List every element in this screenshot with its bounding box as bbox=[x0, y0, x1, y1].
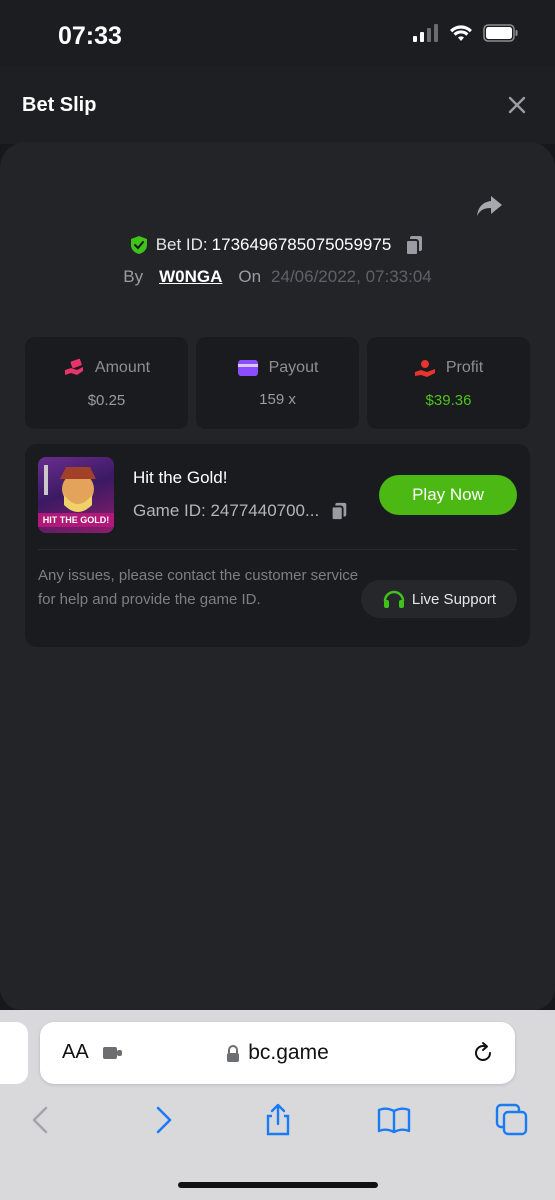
bookmarks-icon[interactable] bbox=[376, 1102, 412, 1138]
bet-id-row: Bet ID: 1736496785075059975 bbox=[0, 234, 555, 256]
verified-shield-icon bbox=[130, 236, 147, 254]
live-support-label: Live Support bbox=[411, 590, 497, 608]
browser-toolbar bbox=[0, 1102, 555, 1142]
play-now-button[interactable]: Play Now bbox=[379, 475, 517, 515]
game-title: Hit the Gold! bbox=[133, 468, 228, 487]
lock-icon bbox=[227, 1044, 240, 1062]
game-thumb-text: HIT THE GOLD! bbox=[38, 513, 114, 527]
signal-icon bbox=[413, 24, 438, 42]
username-link[interactable]: W0NGA bbox=[159, 267, 222, 287]
reload-icon[interactable] bbox=[471, 1041, 495, 1065]
stat-amount-value: $0.25 bbox=[87, 391, 126, 409]
share-sheet-icon[interactable] bbox=[260, 1102, 296, 1138]
game-thumbnail[interactable]: HIT THE GOLD! bbox=[38, 457, 114, 533]
stat-profit-value: $39.36 bbox=[425, 391, 472, 409]
address-bar[interactable]: AA bc.game bbox=[40, 1022, 515, 1084]
bet-stats: Amount $0.25 Payout 159 x Profit $39.36 bbox=[25, 337, 530, 429]
bet-author-row: By W0NGA On 24/06/2022, 07:33:04 bbox=[0, 267, 555, 287]
tabs-icon[interactable] bbox=[494, 1102, 530, 1138]
forward-icon[interactable] bbox=[144, 1102, 180, 1138]
page-title: Bet Slip bbox=[22, 94, 97, 116]
bet-datetime: 24/06/2022, 07:33:04 bbox=[271, 267, 432, 286]
profit-hand-icon bbox=[414, 359, 435, 377]
url-text: bc.game bbox=[248, 1041, 329, 1064]
home-indicator bbox=[178, 1182, 378, 1188]
divider bbox=[38, 549, 517, 550]
browser-chrome: AA bc.game bbox=[0, 1010, 555, 1200]
stat-payout-label: Payout bbox=[268, 358, 319, 376]
stat-amount-label: Amount bbox=[94, 358, 151, 376]
bet-slip-header: Bet Slip bbox=[0, 66, 555, 144]
game-id: Game ID: 2477440700... bbox=[133, 501, 320, 520]
share-icon[interactable] bbox=[475, 194, 503, 218]
back-icon[interactable] bbox=[24, 1102, 60, 1138]
live-support-button[interactable]: Live Support bbox=[361, 580, 517, 618]
copy-icon[interactable] bbox=[329, 500, 349, 522]
on-label: On bbox=[238, 267, 262, 286]
money-hand-icon bbox=[64, 358, 83, 375]
battery-icon bbox=[483, 24, 518, 42]
game-id-row: Game ID: 2477440700... bbox=[133, 500, 349, 522]
wifi-icon bbox=[450, 25, 472, 41]
previous-tab[interactable] bbox=[0, 1022, 28, 1084]
stat-profit-label: Profit bbox=[445, 358, 484, 376]
by-label: By bbox=[123, 267, 144, 286]
card-icon bbox=[237, 359, 258, 376]
bet-id-value: 1736496785075059975 bbox=[211, 235, 392, 254]
url-display[interactable]: bc.game bbox=[40, 1041, 515, 1065]
game-card: HIT THE GOLD! Hit the Gold! Game ID: 247… bbox=[25, 444, 530, 647]
status-icons bbox=[413, 24, 519, 42]
copy-icon[interactable] bbox=[403, 234, 425, 256]
status-time: 07:33 bbox=[58, 22, 122, 50]
close-icon[interactable] bbox=[507, 95, 527, 115]
bet-slip-card: Bet ID: 1736496785075059975 By W0NGA On … bbox=[0, 142, 555, 1010]
stat-payout-value: 159 x bbox=[259, 390, 296, 408]
help-text: Any issues, please contact the customer … bbox=[38, 567, 359, 608]
stat-profit: Profit $39.36 bbox=[367, 337, 530, 429]
stat-amount: Amount $0.25 bbox=[25, 337, 188, 429]
headset-icon bbox=[383, 590, 405, 608]
bet-id-label: Bet ID: bbox=[155, 235, 208, 254]
status-bar: 07:33 bbox=[0, 0, 555, 66]
stat-payout: Payout 159 x bbox=[196, 337, 359, 429]
